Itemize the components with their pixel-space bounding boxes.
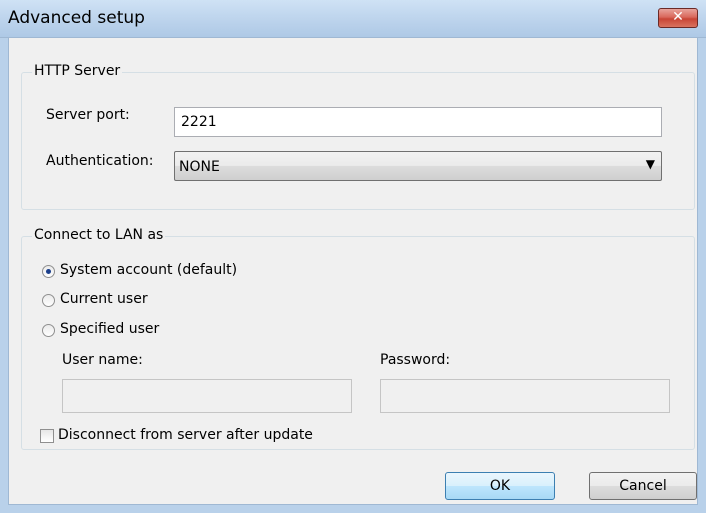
- disconnect-label[interactable]: Disconnect from server after update: [58, 427, 313, 443]
- ok-button[interactable]: OK: [445, 472, 555, 500]
- server-port-value: 2221: [181, 114, 217, 130]
- authentication-dropdown[interactable]: NONE ▼: [174, 151, 662, 181]
- chevron-down-icon: ▼: [645, 157, 655, 171]
- password-label: Password:: [380, 352, 451, 368]
- radio-button[interactable]: [42, 294, 55, 307]
- password-input[interactable]: [380, 379, 670, 413]
- http-server-legend: HTTP Server: [32, 63, 123, 79]
- connect-lan-legend: Connect to LAN as: [32, 227, 166, 243]
- radio-label-system-account[interactable]: System account (default): [60, 262, 237, 278]
- http-server-group: HTTP Server Server port: 2221 Authentica…: [21, 63, 695, 210]
- radio-button-checked[interactable]: [42, 265, 55, 278]
- username-input[interactable]: [62, 379, 352, 413]
- disconnect-checkbox[interactable]: [40, 429, 54, 443]
- window-title: Advanced setup: [8, 8, 145, 28]
- radio-label-specified-user[interactable]: Specified user: [60, 321, 159, 337]
- dialog-client-area: HTTP Server Server port: 2221 Authentica…: [8, 38, 698, 505]
- radio-button[interactable]: [42, 324, 55, 337]
- authentication-label: Authentication:: [46, 153, 154, 169]
- server-port-label: Server port:: [46, 107, 130, 123]
- title-bar[interactable]: Advanced setup ✕: [0, 0, 706, 38]
- authentication-value: NONE: [179, 159, 220, 175]
- connect-lan-group: Connect to LAN as System account (defaul…: [21, 227, 695, 450]
- close-button[interactable]: ✕: [658, 8, 698, 28]
- dialog-window: Advanced setup ✕ HTTP Server Server port…: [0, 0, 706, 513]
- cancel-button[interactable]: Cancel: [589, 472, 697, 500]
- server-port-input[interactable]: 2221: [174, 107, 662, 137]
- close-icon: ✕: [672, 9, 684, 25]
- username-label: User name:: [62, 352, 143, 368]
- radio-label-current-user[interactable]: Current user: [60, 291, 148, 307]
